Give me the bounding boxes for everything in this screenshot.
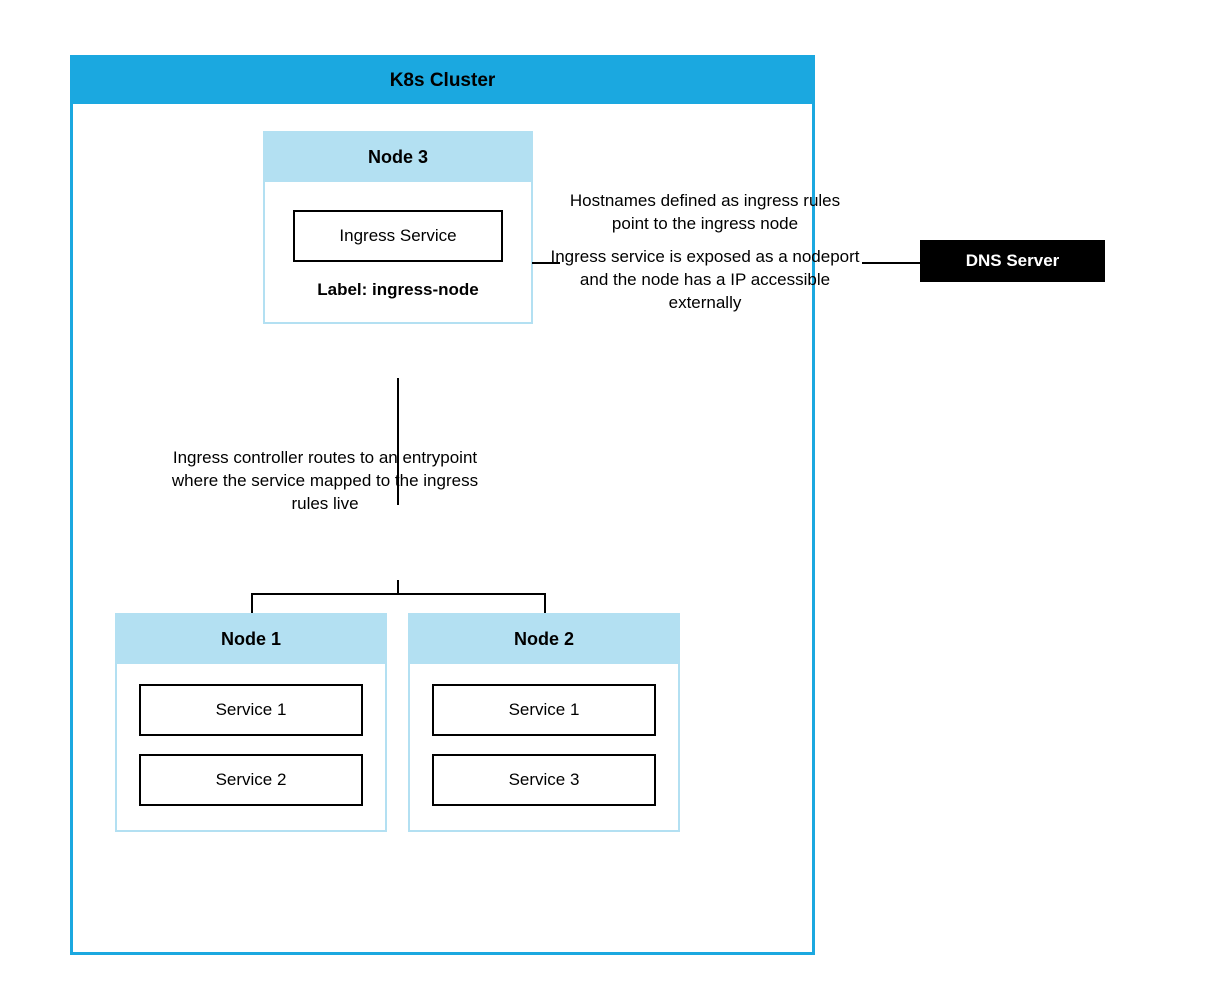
ingress-service-box: Ingress Service xyxy=(293,210,503,262)
node-3-body: Ingress Service Label: ingress-node xyxy=(265,182,531,322)
node-2-body: Service 1 Service 3 xyxy=(410,664,678,830)
annotation-hostnames: Hostnames defined as ingress rules point… xyxy=(550,190,860,236)
node-2-service-1: Service 1 xyxy=(432,684,656,736)
node-1-title: Node 1 xyxy=(117,615,385,664)
dns-server-box: DNS Server xyxy=(920,240,1105,282)
node-1-body: Service 1 Service 2 xyxy=(117,664,385,830)
node-2: Node 2 Service 1 Service 3 xyxy=(408,613,680,832)
node-2-title: Node 2 xyxy=(410,615,678,664)
node-3-label: Label: ingress-node xyxy=(293,280,503,300)
connector-node2-stem xyxy=(544,593,546,613)
node-1-service-1: Service 1 xyxy=(139,684,363,736)
cluster-title: K8s Cluster xyxy=(73,58,812,104)
annotation-routes: Ingress controller routes to an entrypoi… xyxy=(170,447,480,516)
annotation-exposed: Ingress service is exposed as a nodeport… xyxy=(550,246,860,315)
node-2-service-2: Service 3 xyxy=(432,754,656,806)
connector-node1-stem xyxy=(251,593,253,613)
node-3: Node 3 Ingress Service Label: ingress-no… xyxy=(263,131,533,324)
connector-ann-to-bar xyxy=(397,580,399,595)
connector-ann-to-dns xyxy=(862,262,920,264)
node-3-title: Node 3 xyxy=(265,133,531,182)
node-1-service-2: Service 2 xyxy=(139,754,363,806)
node-1: Node 1 Service 1 Service 2 xyxy=(115,613,387,832)
